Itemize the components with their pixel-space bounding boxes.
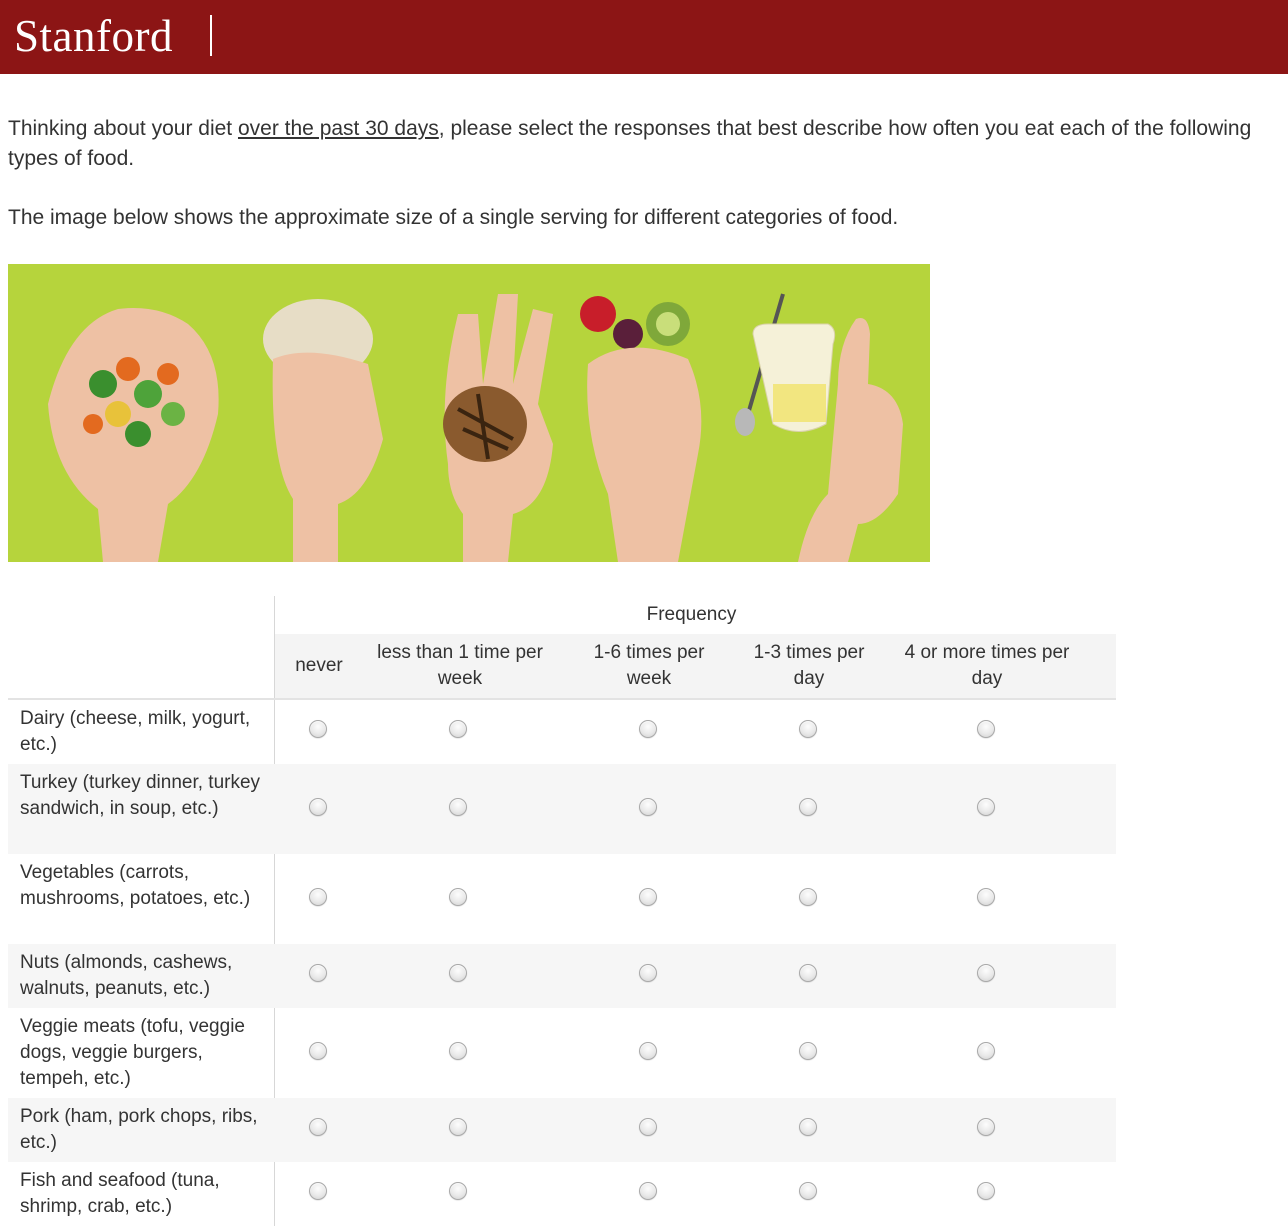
- column-header-weekly: 1-6 times per week: [593, 642, 705, 689]
- row-label-turkey: Turkey (turkey dinner, turkey sandwich, …: [20, 772, 261, 819]
- radio-nuts-weekly[interactable]: [639, 964, 657, 982]
- radio-dairy-multi-daily[interactable]: [977, 720, 995, 738]
- radio-nuts-multi-daily[interactable]: [977, 964, 995, 982]
- row-label-nuts: Nuts (almonds, cashews, walnuts, peanuts…: [20, 952, 233, 999]
- row-label-pork: Pork (ham, pork chops, ribs, etc.): [20, 1106, 258, 1153]
- radio-turkey-less-than-weekly[interactable]: [449, 798, 467, 816]
- radio-fish-multi-daily[interactable]: [977, 1182, 995, 1200]
- radio-vegetables-multi-daily[interactable]: [977, 888, 995, 906]
- radio-vegetables-weekly[interactable]: [639, 888, 657, 906]
- radio-pork-weekly[interactable]: [639, 1118, 657, 1136]
- radio-nuts-never[interactable]: [309, 964, 327, 982]
- table-row: Fish and seafood (tuna, shrimp, crab, et…: [8, 1162, 1116, 1226]
- radio-turkey-daily[interactable]: [799, 798, 817, 816]
- radio-fish-never[interactable]: [309, 1182, 327, 1200]
- column-header-daily: 1-3 times per day: [753, 642, 865, 689]
- column-header-never: never: [295, 655, 343, 676]
- radio-nuts-daily[interactable]: [799, 964, 817, 982]
- question-intro: Thinking about your diet over the past 3…: [8, 114, 1284, 174]
- table-row: Veggie meats (tofu, veggie dogs, veggie …: [8, 1008, 1116, 1098]
- table-row: Turkey (turkey dinner, turkey sandwich, …: [8, 764, 1116, 854]
- serving-size-note: The image below shows the approximate si…: [8, 206, 899, 229]
- radio-veggie-meats-less-than-weekly[interactable]: [449, 1042, 467, 1060]
- radio-turkey-never[interactable]: [309, 798, 327, 816]
- radio-veggie-meats-multi-daily[interactable]: [977, 1042, 995, 1060]
- radio-dairy-less-than-weekly[interactable]: [449, 720, 467, 738]
- row-label-vegetables: Vegetables (carrots, mushrooms, potatoes…: [20, 862, 251, 909]
- column-header-row: never less than 1 time per week 1-6 time…: [275, 634, 1116, 698]
- time-period-emphasis: over the past 30 days: [237, 117, 439, 140]
- radio-veggie-meats-weekly[interactable]: [639, 1042, 657, 1060]
- intro-text-before: Thinking about your diet: [8, 117, 238, 140]
- radio-turkey-multi-daily[interactable]: [977, 798, 995, 816]
- radio-pork-daily[interactable]: [799, 1118, 817, 1136]
- serving-size-illustration: [8, 264, 930, 562]
- table-row: Nuts (almonds, cashews, walnuts, peanuts…: [8, 944, 1116, 1008]
- column-header-less-than-weekly: less than 1 time per week: [377, 642, 543, 689]
- row-label-dairy: Dairy (cheese, milk, yogurt, etc.): [20, 708, 251, 755]
- radio-veggie-meats-never[interactable]: [309, 1042, 327, 1060]
- radio-pork-multi-daily[interactable]: [977, 1118, 995, 1136]
- column-header-multi-daily: 4 or more times per day: [904, 642, 1070, 689]
- radio-dairy-weekly[interactable]: [639, 720, 657, 738]
- table-row: Pork (ham, pork chops, ribs, etc.): [8, 1098, 1116, 1162]
- radio-pork-never[interactable]: [309, 1118, 327, 1136]
- radio-fish-less-than-weekly[interactable]: [449, 1182, 467, 1200]
- radio-nuts-less-than-weekly[interactable]: [449, 964, 467, 982]
- radio-fish-daily[interactable]: [799, 1182, 817, 1200]
- logo-divider: [210, 15, 212, 56]
- table-row: Dairy (cheese, milk, yogurt, etc.): [8, 700, 1116, 764]
- frequency-group-header: Frequency: [646, 604, 737, 625]
- radio-dairy-never[interactable]: [309, 720, 327, 738]
- radio-veggie-meats-daily[interactable]: [799, 1042, 817, 1060]
- radio-turkey-weekly[interactable]: [639, 798, 657, 816]
- header-bar: Stanford: [0, 0, 1288, 74]
- radio-vegetables-daily[interactable]: [799, 888, 817, 906]
- table-row: Vegetables (carrots, mushrooms, potatoes…: [8, 854, 1116, 944]
- radio-dairy-daily[interactable]: [799, 720, 817, 738]
- stanford-logo: Stanford: [14, 11, 173, 61]
- radio-fish-weekly[interactable]: [639, 1182, 657, 1200]
- row-label-fish: Fish and seafood (tuna, shrimp, crab, et…: [20, 1170, 220, 1217]
- radio-vegetables-less-than-weekly[interactable]: [449, 888, 467, 906]
- radio-vegetables-never[interactable]: [309, 888, 327, 906]
- row-label-veggie-meats: Veggie meats (tofu, veggie dogs, veggie …: [20, 1016, 245, 1089]
- radio-pork-less-than-weekly[interactable]: [449, 1118, 467, 1136]
- serving-size-image: [8, 264, 930, 562]
